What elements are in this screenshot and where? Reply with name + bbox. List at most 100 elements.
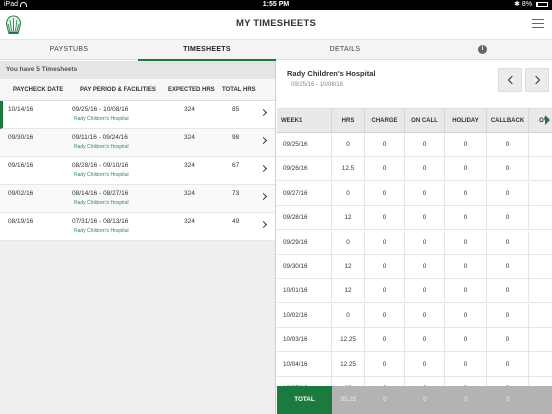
- chevron-right-icon[interactable]: [259, 136, 268, 145]
- expected-hrs: 324: [184, 106, 195, 113]
- col-paycheck-date: PAYCHECK DATE: [13, 87, 64, 93]
- paycheck-date: 09/30/16: [8, 134, 34, 141]
- table-cell: 0: [487, 279, 529, 304]
- table-row: 10/03/16 12.25 0 0 0 0: [277, 328, 552, 353]
- timesheet-rows: 10/14/16 09/25/16 - 10/08/16 Rady Children…: [0, 101, 275, 241]
- app-header: MY TIMESHEETS: [0, 10, 552, 40]
- info-icon[interactable]: i: [478, 45, 487, 54]
- table-row: 09/26/16 12.5 0 0 0 0: [277, 157, 552, 182]
- table-cell: 0: [405, 303, 445, 328]
- column-header: CHARGE: [365, 109, 405, 133]
- table-cell: 0: [365, 133, 405, 157]
- total-value: 85.25: [340, 396, 357, 403]
- chevron-right-icon[interactable]: [259, 220, 268, 229]
- table-cell: 0: [405, 328, 445, 353]
- paycheck-date: 09/02/16: [8, 190, 34, 197]
- table-row: 10/02/16 0 0 0 0 0: [277, 303, 552, 328]
- col-pay-period: PAY PERIOD & FACILITIES: [80, 87, 156, 93]
- table-cell: 0: [445, 279, 487, 304]
- chevron-right-icon[interactable]: [259, 108, 268, 117]
- row-date: 09/25/16: [277, 133, 332, 157]
- table-cell: 0: [445, 255, 487, 279]
- total-value: 0: [506, 396, 510, 403]
- tab-timesheets[interactable]: TIMESHEETS: [138, 40, 276, 61]
- row-date: 09/30/16: [277, 255, 332, 279]
- chevron-right-icon: [531, 75, 541, 85]
- table-cell: 0: [445, 133, 487, 157]
- table-cell: 0: [332, 303, 365, 328]
- table-cell: 12: [332, 279, 365, 304]
- table-row: 09/28/16 12 0 0 0 0: [277, 206, 552, 231]
- facility-name: Rady Children's Hospital: [74, 144, 129, 150]
- table-cell: 0: [405, 255, 445, 279]
- tab-paystubs[interactable]: PAYSTUBS: [0, 40, 138, 60]
- list-header: PAYCHECK DATE PAY PERIOD & FACILITIES EX…: [0, 79, 275, 101]
- table-cell: 0: [405, 206, 445, 231]
- chevron-left-icon: [507, 75, 517, 85]
- table-cell: 0: [365, 255, 405, 279]
- timesheet-row[interactable]: 09/30/16 09/11/16 - 09/24/16 Rady Children…: [0, 129, 275, 157]
- facility-name: Rady Children's Hospital: [74, 116, 129, 122]
- previous-button[interactable]: [498, 68, 522, 92]
- total-value: 0: [464, 396, 468, 403]
- status-bar: iPad 1:55 PM ✱ 8%: [0, 0, 552, 10]
- paycheck-date: 09/16/16: [8, 162, 34, 169]
- table-cell: 0: [365, 352, 405, 377]
- table-cell: 0: [365, 206, 405, 231]
- table-cell: 0: [487, 230, 529, 255]
- total-hrs: 67: [232, 162, 240, 169]
- page-title: MY TIMESHEETS: [235, 18, 317, 29]
- paycheck-date: 08/19/16: [8, 218, 34, 225]
- table-cell-partial: [529, 182, 552, 206]
- row-date: 09/29/16: [277, 230, 332, 255]
- tab-details[interactable]: DETAILS: [276, 40, 414, 60]
- table-row: 09/30/16 12 0 0 0 0: [277, 255, 552, 279]
- table-cell: 0: [445, 303, 487, 328]
- pay-period: 08/14/16 - 08/27/16: [72, 190, 129, 197]
- expected-hrs: 324: [184, 190, 195, 197]
- table-cell-partial: [529, 157, 552, 181]
- table-row: 09/25/16 0 0 0 0 0: [277, 133, 552, 157]
- column-header: WEEK1: [277, 109, 332, 133]
- battery-percent: 8%: [521, 1, 533, 8]
- status-right: ✱ 8%: [514, 0, 548, 10]
- table-cell: 0: [365, 303, 405, 328]
- timesheet-row[interactable]: 09/16/16 08/28/16 - 09/10/16 Rady Children…: [0, 157, 275, 185]
- table-row: 10/01/16 12 0 0 0 0: [277, 279, 552, 304]
- row-date: 09/28/16: [277, 206, 332, 231]
- table-cell: 0: [487, 157, 529, 182]
- column-header: HOLIDAY: [445, 109, 487, 133]
- col-expected-hrs: EXPECTED HRS: [168, 87, 215, 93]
- facility-name: Rady Children's Hospital: [74, 200, 129, 206]
- timesheet-row[interactable]: 10/14/16 09/25/16 - 10/08/16 Rady Children…: [0, 101, 275, 129]
- timesheet-row[interactable]: 09/02/16 08/14/16 - 08/27/16 Rady Children…: [0, 185, 275, 213]
- column-header: CALLBACK: [487, 109, 529, 133]
- pay-period: 07/31/16 - 08/13/16: [72, 218, 129, 225]
- facility-name: Rady Children's Hospital: [74, 228, 129, 234]
- table-cell: 0: [487, 328, 529, 353]
- row-date: 09/27/16: [277, 181, 332, 206]
- table-cell: 0: [405, 181, 445, 206]
- table-row: 09/29/16 0 0 0 0 0: [277, 230, 552, 255]
- total-row: TOTAL 85.25 0 0 0 0: [277, 386, 552, 414]
- pay-period: 08/28/16 - 09/10/16: [72, 162, 129, 169]
- table-cell: 12: [332, 377, 365, 386]
- timesheet-row[interactable]: 08/19/16 07/31/16 - 08/13/16 Rady Children…: [0, 213, 275, 241]
- total-hrs: 85: [232, 106, 240, 113]
- chevron-right-icon[interactable]: [259, 192, 268, 201]
- next-button[interactable]: [525, 68, 549, 92]
- pay-period: 09/25/16 - 10/08/16: [72, 106, 129, 113]
- hours-table[interactable]: WEEK1 HRS CHARGE ON CALL HOLIDAY CALLBACK OV 0…: [277, 108, 552, 386]
- table-cell: 0: [487, 377, 529, 386]
- table-cell: 0: [332, 133, 365, 157]
- total-hrs: 49: [232, 218, 240, 225]
- table-cell: 0: [365, 157, 405, 182]
- table-cell: 0: [405, 133, 445, 157]
- chevron-right-icon[interactable]: [259, 164, 268, 173]
- scroll-right-arrow-icon[interactable]: [545, 115, 550, 125]
- total-hrs: 98: [232, 134, 240, 141]
- table-cell: 0: [332, 230, 365, 255]
- table-cell-partial: [529, 328, 552, 352]
- hamburger-menu-icon[interactable]: [532, 19, 544, 29]
- expected-hrs: 324: [184, 162, 195, 169]
